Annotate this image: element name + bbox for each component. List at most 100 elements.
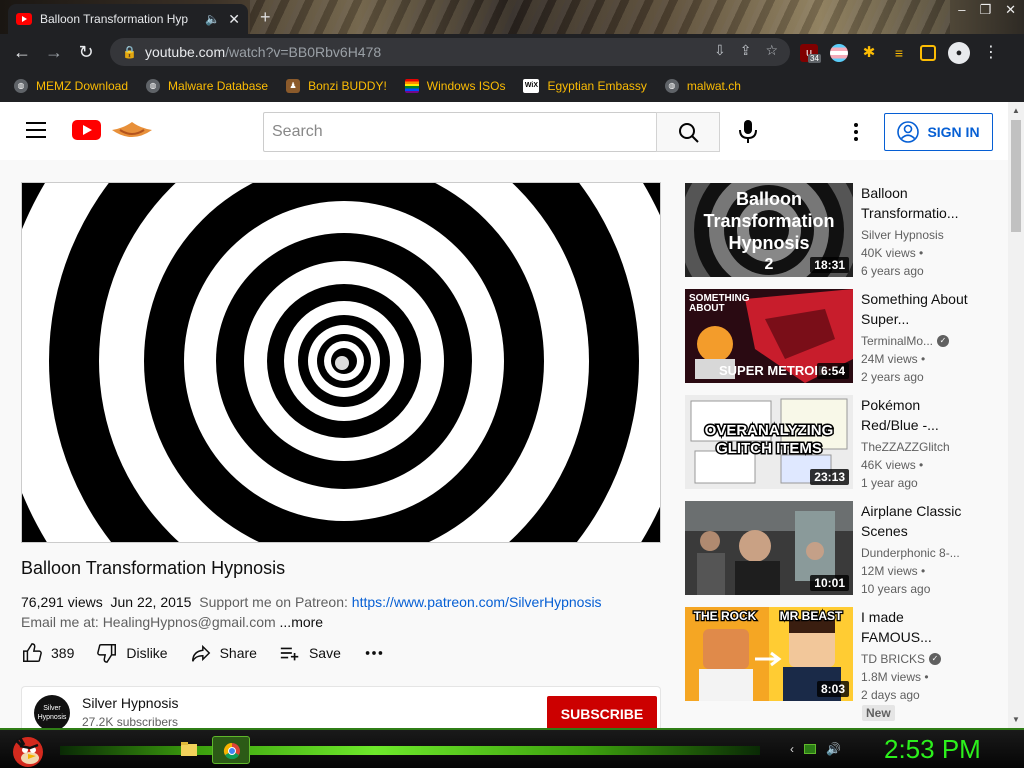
bookmark-label: MEMZ Download	[36, 79, 129, 93]
video-thumbnail[interactable]: Balloon Transformation Hypnosis 2 18:31	[685, 183, 853, 277]
tab-close-icon[interactable]: ✕	[228, 11, 240, 28]
recommendation-channel[interactable]: Silver Hypnosis	[861, 228, 944, 242]
forward-arrow-icon[interactable]: →	[38, 42, 70, 63]
bookmark-label: Windows ISOs	[426, 79, 506, 93]
subscribe-button[interactable]: SUBSCRIBE	[547, 696, 657, 732]
dislike-button[interactable]: Dislike	[96, 642, 168, 664]
close-window-button[interactable]: ✕	[1005, 2, 1016, 18]
hamburger-menu-icon[interactable]	[26, 122, 46, 138]
recommendation-item[interactable]: 10:01 Airplane Classic Scenes Dunderphon…	[685, 501, 1005, 596]
video-thumbnail[interactable]: 10:01	[685, 501, 853, 595]
thumbnail-text: SUPER METROID	[719, 363, 827, 378]
page-scrollbar[interactable]: ▲ ▼	[1008, 102, 1024, 728]
channel-label: Dunderphonic 8-...	[861, 546, 960, 560]
channel-avatar[interactable]: Silver Hypnosis	[34, 695, 70, 731]
save-label: Save	[308, 645, 341, 661]
recommendation-channel[interactable]: TheZZAZZGlitch	[861, 440, 950, 454]
video-thumbnail[interactable]: SOMETHING ABOUT SUPER METROID 6:54	[685, 289, 853, 383]
recommendation-title[interactable]: Airplane Classic Scenes	[861, 501, 976, 541]
bookmark-windows-isos[interactable]: Windows ISOs	[404, 79, 506, 93]
windows-flag-icon	[404, 79, 419, 93]
bookmark-memz[interactable]: ◍ MEMZ Download	[14, 79, 128, 93]
share-page-icon[interactable]: ⇪	[740, 42, 752, 59]
share-button[interactable]: Share	[190, 642, 257, 664]
recommendation-views: 1.8M views •	[861, 670, 929, 684]
lock-icon[interactable]: 🔒	[122, 45, 137, 59]
playlist-add-icon	[280, 647, 299, 661]
recommendation-channel[interactable]: TerminalMo... ✓	[861, 334, 950, 348]
video-actions: 389 Dislike Share Save	[21, 640, 407, 666]
recommendation-item[interactable]: OVERANALYZING GLITCH ITEMS 23:13 Pokémon…	[685, 395, 1005, 490]
video-description[interactable]: 76,291 views Jun 22, 2015 Support me on …	[21, 592, 661, 632]
recommendation-item[interactable]: SOMETHING ABOUT SUPER METROID 6:54 Somet…	[685, 289, 1005, 384]
profile-avatar-icon[interactable]: ●	[948, 42, 970, 64]
file-explorer-taskbar-icon[interactable]	[170, 736, 208, 764]
recommendation-age: 2 days ago	[861, 688, 920, 702]
chrome-taskbar-icon[interactable]	[212, 736, 250, 764]
recommendation-title[interactable]: Something About Super...	[861, 289, 976, 329]
recommendation-title[interactable]: I made FAMOUS...	[861, 607, 976, 647]
install-app-icon[interactable]: ⇩	[714, 42, 726, 59]
recommendation-views: 12M views •	[861, 564, 926, 578]
recommendation-channel[interactable]: TD BRICKS ✓	[861, 652, 942, 666]
verified-check-icon: ✓	[937, 335, 950, 347]
youtube-doodle-icon[interactable]	[110, 120, 154, 142]
volume-icon[interactable]: 🔊	[826, 742, 841, 756]
save-button[interactable]: Save	[279, 642, 341, 664]
bookmark-bonzi-buddy[interactable]: ♟ Bonzi BUDDY!	[286, 79, 387, 93]
email-line: Email me at: HealingHypnos@gmail.com	[21, 614, 276, 630]
search-button[interactable]	[656, 112, 720, 152]
recommendation-title[interactable]: Balloon Transformatio...	[861, 183, 976, 223]
browser-menu-icon[interactable]: ⋮	[982, 44, 1000, 62]
recommendation-item[interactable]: Balloon Transformation Hypnosis 2 18:31 …	[685, 183, 1005, 278]
video-duration: 10:01	[810, 575, 849, 591]
recommendation-title[interactable]: Pokémon Red/Blue -...	[861, 395, 976, 435]
media-queue-icon[interactable]: ≡	[890, 44, 908, 62]
extension-badge: 34	[808, 54, 821, 63]
show-hidden-icons-icon[interactable]: ‹	[790, 742, 794, 756]
start-button-angry-bird-icon[interactable]	[8, 730, 48, 768]
recommendation-channel[interactable]: Dunderphonic 8-...	[861, 546, 960, 560]
patreon-link[interactable]: https://www.patreon.com/SilverHypnosis	[352, 594, 602, 610]
video-player[interactable]	[21, 182, 661, 543]
reload-icon[interactable]: ↻	[70, 42, 102, 63]
taskbar-clock[interactable]: 2:53 PM	[884, 734, 981, 765]
browser-tab-active[interactable]: Balloon Transformation Hyp 🔈 ✕	[8, 4, 248, 34]
more-horizontal-icon	[365, 651, 383, 655]
side-panel-icon[interactable]	[920, 45, 936, 61]
thumbnail-text: OVERANALYZING	[705, 422, 834, 439]
bookmark-egyptian-embassy[interactable]: WiX Egyptian Embassy	[523, 79, 647, 93]
video-thumbnail[interactable]: THE ROCK MR BEAST 8:03	[685, 607, 853, 701]
more-actions-button[interactable]	[363, 642, 385, 664]
video-duration: 18:31	[810, 257, 849, 273]
youtube-logo-icon[interactable]	[72, 120, 101, 140]
tab-title: Balloon Transformation Hyp	[40, 12, 189, 26]
bookmark-malwatch[interactable]: ◍ malwat.ch	[664, 79, 741, 93]
sign-in-button[interactable]: SIGN IN	[884, 113, 993, 151]
network-icon[interactable]	[804, 744, 816, 754]
trans-flag-extension-icon[interactable]	[830, 44, 848, 62]
scroll-up-icon[interactable]: ▲	[1012, 106, 1020, 115]
address-bar[interactable]: 🔒 youtube.com/watch?v=BB0Rbv6H478 ⇩ ⇪ ☆	[110, 38, 790, 66]
channel-name[interactable]: Silver Hypnosis	[82, 695, 178, 711]
bookmark-star-icon[interactable]: ☆	[765, 42, 778, 59]
maximize-button[interactable]: ❐	[979, 2, 991, 18]
minimize-button[interactable]: –	[958, 2, 965, 18]
puzzle-extensions-icon[interactable]: ✱	[860, 44, 878, 62]
video-thumbnail[interactable]: OVERANALYZING GLITCH ITEMS 23:13	[685, 395, 853, 489]
microphone-icon[interactable]	[736, 118, 760, 144]
scrollbar-thumb[interactable]	[1011, 120, 1021, 232]
recommendation-item[interactable]: THE ROCK MR BEAST 8:03 I made FAMOUS... …	[685, 607, 1005, 702]
bookmark-label: Malware Database	[168, 79, 269, 93]
scroll-down-icon[interactable]: ▼	[1012, 715, 1020, 724]
bookmark-malware-database[interactable]: ◍ Malware Database	[146, 79, 268, 93]
like-button[interactable]: 389	[21, 642, 74, 664]
search-input[interactable]: Search	[263, 112, 657, 152]
thumbnail-text: Balloon	[736, 189, 802, 209]
settings-more-icon[interactable]	[846, 120, 866, 144]
new-tab-button[interactable]: +	[260, 7, 271, 28]
show-more-button[interactable]: ...more	[280, 614, 324, 630]
youtube-favicon-icon	[16, 13, 32, 25]
back-arrow-icon[interactable]: ←	[6, 42, 38, 63]
speaker-icon[interactable]: 🔈	[205, 12, 220, 26]
